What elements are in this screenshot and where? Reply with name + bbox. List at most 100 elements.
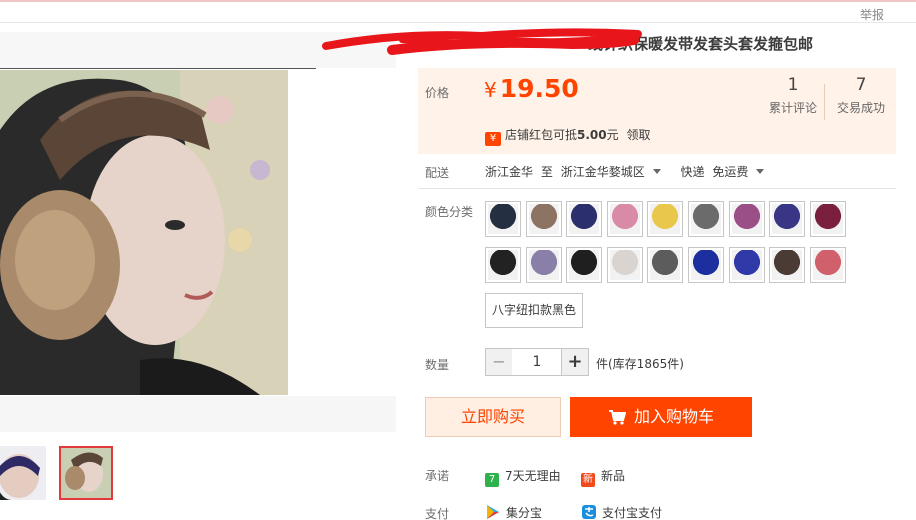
red-packet-icon: ¥	[485, 132, 501, 146]
new-item-icon: 新	[581, 473, 595, 487]
color-swatch[interactable]	[769, 201, 806, 237]
promise-new-item[interactable]: 新新品	[581, 467, 625, 487]
price-label: 价格	[425, 86, 450, 100]
swatch-image	[691, 204, 721, 234]
swatch-image	[488, 250, 518, 280]
stock-info: 件(库存1865件)	[596, 357, 684, 371]
ship-method-dropdown[interactable]: 快递 免运费	[681, 165, 777, 179]
color-swatch[interactable]	[809, 247, 846, 283]
color-swatch[interactable]	[688, 201, 724, 237]
chevron-down-icon	[756, 169, 765, 174]
color-swatch[interactable]	[606, 201, 643, 237]
add-to-cart-button[interactable]: 加入购物车	[570, 397, 752, 437]
price-amount: 19.50	[499, 74, 579, 103]
payment-alipay[interactable]: 支付宝支付	[581, 504, 662, 520]
color-swatch[interactable]	[606, 247, 643, 283]
promo-unit: 元	[606, 128, 619, 142]
shipping-label: 配送	[425, 166, 450, 180]
swatch-image	[650, 204, 681, 234]
swatch-image	[609, 250, 640, 280]
buy-now-button[interactable]: 立即购买	[425, 397, 561, 437]
swatch-image	[488, 204, 518, 234]
claim-coupon-link[interactable]: 领取	[626, 128, 650, 142]
main-product-image[interactable]	[0, 70, 288, 395]
payment-label: 支付	[425, 507, 450, 520]
stat-separator	[824, 84, 825, 120]
color-swatch[interactable]	[485, 247, 521, 283]
quantity-increase-button[interactable]: +	[561, 348, 589, 376]
ship-to-value: 浙江金华婺城区	[560, 165, 645, 179]
price-panel: 价格 ¥19.50 1 累计评论 7 交易成功 ¥ 店铺红包可抵5.00元 领取	[418, 68, 896, 154]
alipay-icon	[582, 505, 596, 519]
swatch-image	[569, 250, 600, 280]
color-swatch[interactable]	[525, 247, 562, 283]
reviews-count: 1	[787, 75, 799, 95]
top-accent-line	[0, 0, 916, 2]
reviews-stat[interactable]: 1 累计评论	[768, 74, 818, 116]
promo-amount: 5.00	[577, 128, 607, 142]
cart-icon	[608, 410, 626, 425]
ship-to-word: 至	[540, 165, 553, 179]
jifenbao-icon	[487, 505, 499, 519]
chevron-down-icon	[652, 169, 661, 174]
color-swatch[interactable]	[728, 247, 765, 283]
sku-option-text[interactable]: 八字纽扣款黑色	[485, 293, 584, 328]
headband-thumbnail-image	[0, 446, 46, 500]
color-swatch[interactable]	[769, 247, 806, 283]
quantity-decrease-button[interactable]: −	[485, 348, 513, 376]
color-swatch[interactable]	[647, 247, 684, 283]
thumbnail-1[interactable]	[0, 446, 46, 500]
swatch-image	[772, 204, 803, 234]
model-wearing-headband-photo	[0, 70, 288, 395]
quantity-input[interactable]: 1	[512, 348, 562, 376]
earmuff-thumbnail-image	[61, 448, 111, 498]
color-swatch[interactable]	[728, 201, 765, 237]
swatch-image	[772, 250, 803, 280]
swatch-image	[812, 250, 843, 280]
sales-count: 7	[855, 75, 867, 95]
swatch-image	[528, 250, 559, 280]
shipping-row: 浙江金华 至 浙江金华婺城区 快递 免运费	[485, 163, 780, 180]
shop-coupon-promo: ¥ 店铺红包可抵5.00元 领取	[485, 126, 650, 146]
ship-fee: 免运费	[712, 165, 749, 179]
swatch-image	[609, 204, 640, 234]
report-link[interactable]: 举报	[860, 6, 884, 23]
sales-label: 交易成功	[836, 101, 885, 115]
color-swatch[interactable]	[566, 247, 603, 283]
color-swatch[interactable]	[688, 247, 724, 283]
seven-day-return-icon: 7	[485, 473, 499, 487]
ship-method: 快递	[680, 165, 705, 179]
swatch-image	[650, 250, 681, 280]
add-to-cart-label: 加入购物车	[633, 407, 714, 426]
gallery-header-strip	[0, 32, 396, 68]
payment-jifenbao[interactable]: 集分宝	[485, 504, 542, 520]
quantity-label: 数量	[425, 358, 450, 372]
thumbnail-2-selected[interactable]	[59, 446, 113, 500]
promise-7day-return[interactable]: 7 7天无理由	[485, 467, 561, 487]
reviews-label: 累计评论	[768, 101, 817, 115]
color-swatch[interactable]	[566, 201, 603, 237]
promise-item-label: 7天无理由	[505, 469, 561, 483]
color-swatch[interactable]	[485, 201, 521, 237]
promise-item-label: 新品	[601, 469, 626, 483]
color-swatch[interactable]	[647, 201, 684, 237]
header-divider	[0, 22, 916, 23]
swatch-image	[731, 204, 762, 234]
payment-item-label: 集分宝	[506, 506, 543, 520]
color-swatch[interactable]	[525, 201, 562, 237]
promise-label: 承诺	[425, 469, 450, 483]
ship-to-dropdown[interactable]: 浙江金华婺城区	[561, 165, 673, 179]
swatch-image	[691, 250, 721, 280]
section-divider	[418, 188, 896, 189]
color-swatch[interactable]	[809, 201, 846, 237]
sku-label: 颜色分类	[425, 205, 474, 219]
gallery-divider	[0, 68, 316, 69]
ship-from: 浙江金华	[485, 165, 534, 179]
price-value: ¥19.50	[484, 74, 579, 103]
currency-symbol: ¥	[484, 78, 497, 102]
promo-text: 店铺红包可抵	[505, 128, 578, 142]
swatch-image	[569, 204, 600, 234]
swatch-image	[812, 204, 843, 234]
swatch-image	[731, 250, 762, 280]
payment-item-label: 支付宝支付	[602, 506, 663, 520]
